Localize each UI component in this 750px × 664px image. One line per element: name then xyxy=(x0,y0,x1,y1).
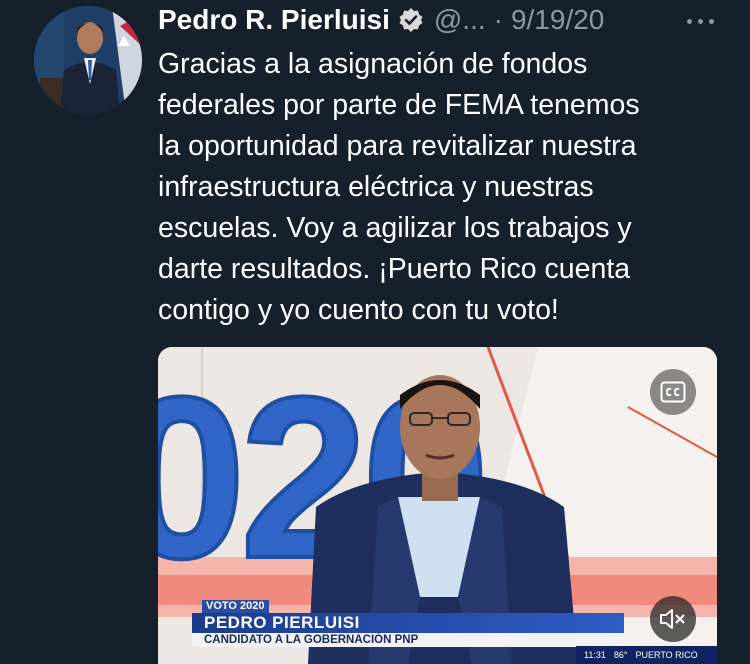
author-avatar[interactable] xyxy=(34,6,142,114)
more-dot xyxy=(686,18,692,24)
lower-third-title: CANDIDATO A LA GOBERNACIÓN PNP xyxy=(192,633,634,647)
more-dot xyxy=(708,18,714,24)
lower-third-tag: VOTO 2020 xyxy=(202,600,269,613)
more-dot xyxy=(697,18,703,24)
ticker-temperature: 86° xyxy=(613,650,628,660)
more-options-icon[interactable] xyxy=(680,6,720,36)
mute-button[interactable] xyxy=(650,596,696,642)
verified-badge-icon xyxy=(398,7,424,33)
tweet-date[interactable]: 9/19/20 xyxy=(511,4,604,36)
video-player[interactable]: 020 VOTO 2020 PEDRO PIERLUISI CANDIDATO … xyxy=(158,347,717,664)
tweet-header: Pedro R. Pierluisi @... · 9/19/20 xyxy=(158,2,718,38)
ticker-time: 11:31 xyxy=(584,650,606,660)
lower-third-name: PEDRO PIERLUISI xyxy=(192,613,624,633)
news-ticker: 11:31 86° PUERTO RICO xyxy=(576,646,717,664)
header-separator: · xyxy=(493,4,503,35)
closed-captions-icon xyxy=(660,381,686,403)
closed-captions-button[interactable] xyxy=(650,369,696,415)
author-handle[interactable]: @... xyxy=(434,4,486,36)
ticker-station: PUERTO RICO xyxy=(635,650,698,660)
tweet-text: Gracias a la asignación de fondos federa… xyxy=(158,48,640,326)
author-name[interactable]: Pedro R. Pierluisi xyxy=(158,4,390,36)
avatar-photo xyxy=(34,6,142,114)
muted-speaker-icon xyxy=(660,609,685,629)
